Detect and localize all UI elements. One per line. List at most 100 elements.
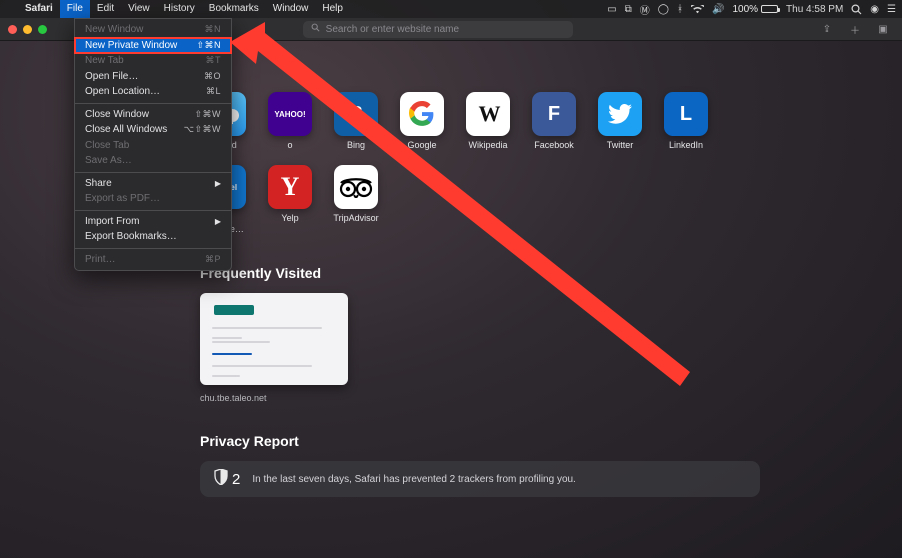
favorite-bing[interactable]: B Bing xyxy=(332,92,380,151)
menu-separator xyxy=(75,103,231,104)
favorite-tile-icon: YAHOO! xyxy=(268,92,312,136)
menu-item-label: Close Window xyxy=(85,109,149,120)
menu-app-name[interactable]: Safari xyxy=(18,0,60,18)
file-menu-item-share[interactable]: Share ▶ xyxy=(75,176,231,192)
file-menu-item-new-tab: New Tab ⌘T xyxy=(75,53,231,69)
battery-percent: 100% xyxy=(732,4,758,15)
status-circle-icon[interactable]: ◯ xyxy=(658,4,669,15)
menu-edit[interactable]: Edit xyxy=(90,0,121,18)
favorite-linkedin[interactable]: L LinkedIn xyxy=(662,92,710,151)
file-menu-item-export-as-pdf: Export as PDF… xyxy=(75,191,231,207)
menu-window[interactable]: Window xyxy=(266,0,316,18)
status-volume-icon[interactable]: 🔊 xyxy=(712,4,724,15)
file-menu-item-new-private-window[interactable]: New Private Window ⇧⌘N xyxy=(75,38,231,54)
shield-icon xyxy=(214,469,228,489)
menu-item-shortcut: ⌥⇧⌘W xyxy=(184,124,221,135)
menu-history[interactable]: History xyxy=(157,0,202,18)
privacy-report-heading: Privacy Report xyxy=(200,433,760,449)
menu-item-label: Export as PDF… xyxy=(85,193,160,204)
frequently-visited-thumbnail[interactable] xyxy=(200,293,348,385)
search-icon xyxy=(311,23,320,35)
menu-item-label: Open File… xyxy=(85,71,138,82)
favorite-label: Facebook xyxy=(534,140,574,151)
frequently-visited-caption: chu.tbe.taleo.net xyxy=(200,393,760,403)
battery-icon xyxy=(761,5,778,13)
menu-item-shortcut: ⌘T xyxy=(206,55,222,66)
menu-separator xyxy=(75,172,231,173)
menu-bookmarks[interactable]: Bookmarks xyxy=(202,0,266,18)
frequently-visited-heading: Frequently Visited xyxy=(200,265,760,281)
submenu-arrow-icon: ▶ xyxy=(215,217,221,226)
zoom-window-button[interactable] xyxy=(38,25,47,34)
favorite-label: Twitter xyxy=(607,140,634,151)
close-window-button[interactable] xyxy=(8,25,17,34)
menu-item-label: New Tab xyxy=(85,55,124,66)
favorite-tile-icon xyxy=(598,92,642,136)
share-button[interactable]: ⇪ xyxy=(816,21,838,38)
privacy-report-text: In the last seven days, Safari has preve… xyxy=(252,474,576,485)
menu-view[interactable]: View xyxy=(121,0,157,18)
menu-item-label: Print… xyxy=(85,254,116,265)
menu-separator xyxy=(75,248,231,249)
favorite-label: LinkedIn xyxy=(669,140,703,151)
minimize-window-button[interactable] xyxy=(23,25,32,34)
file-menu-item-print: Print… ⌘P xyxy=(75,252,231,268)
file-menu-item-open-file[interactable]: Open File…⌘O xyxy=(75,69,231,85)
status-display-icon[interactable]: ⧉ xyxy=(625,4,632,15)
status-wifi-icon[interactable] xyxy=(691,5,704,14)
menu-item-label: Open Location… xyxy=(85,86,160,97)
menu-item-shortcut: ⇧⌘N xyxy=(196,40,221,51)
favorite-twitter[interactable]: Twitter xyxy=(596,92,644,151)
favorite-tile-icon xyxy=(334,165,378,209)
tabs-button[interactable]: ▣ xyxy=(872,21,894,38)
menubar-left: Safari File Edit View History Bookmarks … xyxy=(6,0,350,18)
favorite-google[interactable]: Google xyxy=(398,92,446,151)
favorite-label: o xyxy=(287,140,292,151)
menu-file[interactable]: File xyxy=(60,0,90,18)
favorite-tile-icon: W xyxy=(466,92,510,136)
status-vpn-icon[interactable]: Ⓜ xyxy=(640,2,650,17)
file-menu-item-close-all-windows[interactable]: Close All Windows ⌥⇧⌘W xyxy=(75,122,231,138)
menu-item-shortcut: ⌘P xyxy=(205,254,221,265)
menu-separator xyxy=(75,210,231,211)
favorites-row-1: iCloudYAHOO!oBBingGoogleWWikipediaFFaceb… xyxy=(200,92,760,151)
status-search-icon[interactable] xyxy=(851,4,862,15)
file-menu-item-open-location[interactable]: Open Location…⌘L xyxy=(75,84,231,100)
menu-item-label: Close All Windows xyxy=(85,124,167,135)
favorite-label: TripAdvisor xyxy=(333,213,378,224)
privacy-report-card[interactable]: 2 In the last seven days, Safari has pre… xyxy=(200,461,760,497)
menu-item-label: New Window xyxy=(85,24,143,35)
file-menu-dropdown[interactable]: New Window ⌘N New Private Window ⇧⌘N New Tab… xyxy=(74,18,232,271)
new-tab-button[interactable]: ＋ xyxy=(844,21,866,38)
favorite-yelp[interactable]: YYelp xyxy=(266,165,314,235)
status-user-icon[interactable]: ◉ xyxy=(870,4,879,15)
file-menu-item-close-window[interactable]: Close Window ⇧⌘W xyxy=(75,107,231,123)
menu-item-shortcut: ⌘N xyxy=(205,24,222,35)
favorite-label: Bing xyxy=(347,140,365,151)
menu-item-label: Save As… xyxy=(85,155,132,166)
status-battery[interactable]: 100% xyxy=(732,4,778,15)
favorite-facebook[interactable]: FFacebook xyxy=(530,92,578,151)
menu-item-label: Share xyxy=(85,178,112,189)
menubar-right: ▭ ⧉ Ⓜ ◯ ᚼ 🔊 100% Thu 4:58 PM ◉ ☰ xyxy=(607,0,896,18)
file-menu-item-export-bookmarks[interactable]: Export Bookmarks… xyxy=(75,229,231,245)
menu-item-label: New Private Window xyxy=(85,40,177,51)
favorite-o[interactable]: YAHOO! o xyxy=(266,92,314,151)
submenu-arrow-icon: ▶ xyxy=(215,179,221,188)
menu-item-label: Import From xyxy=(85,216,139,227)
status-clock[interactable]: Thu 4:58 PM xyxy=(786,4,843,15)
status-video-icon[interactable]: ▭ xyxy=(607,4,616,15)
status-control-center-icon[interactable]: ☰ xyxy=(887,4,896,15)
address-bar[interactable]: Search or enter website name xyxy=(303,21,573,38)
menu-help[interactable]: Help xyxy=(315,0,350,18)
menu-item-shortcut: ⇧⌘W xyxy=(194,109,221,120)
menu-item-label: Close Tab xyxy=(85,140,129,151)
favorite-wikipedia[interactable]: WWikipedia xyxy=(464,92,512,151)
file-menu-item-import-from[interactable]: Import From ▶ xyxy=(75,214,231,230)
privacy-tracker-count: 2 xyxy=(232,471,240,488)
macos-menubar: Safari File Edit View History Bookmarks … xyxy=(0,0,902,18)
favorite-tile-icon: B xyxy=(334,92,378,136)
favorite-tripadvisor[interactable]: TripAdvisor xyxy=(332,165,380,235)
favorite-tile-icon: L xyxy=(664,92,708,136)
status-bluetooth-icon[interactable]: ᚼ xyxy=(677,4,683,15)
